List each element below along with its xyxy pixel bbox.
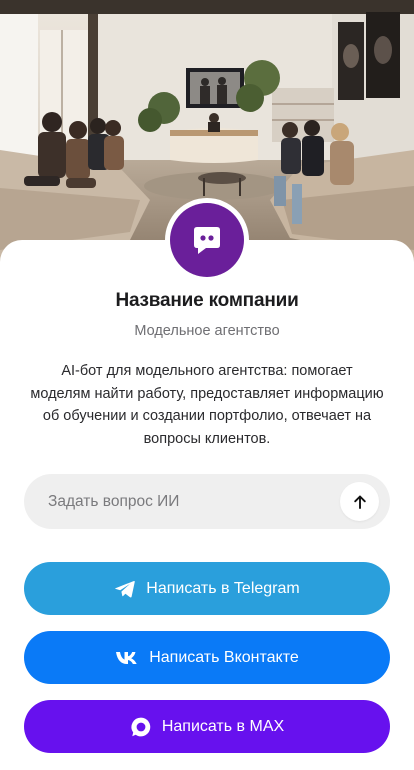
vk-button[interactable]: Написать Вконтакте	[24, 631, 390, 684]
company-avatar	[165, 198, 249, 282]
max-button[interactable]: Написать в MAX	[24, 700, 390, 753]
arrow-up-icon	[353, 495, 366, 509]
max-button-label: Написать в MAX	[161, 717, 285, 735]
telegram-button[interactable]: Написать в Telegram	[24, 562, 390, 615]
vk-button-label: Написать Вконтакте	[149, 648, 299, 666]
avatar-circle	[170, 203, 244, 277]
ai-question-input[interactable]	[48, 474, 348, 529]
max-icon	[130, 716, 152, 738]
company-description: AI-бот для модельного агентства: помогае…	[30, 363, 384, 447]
telegram-button-label: Написать в Telegram	[146, 579, 300, 597]
telegram-icon	[114, 579, 136, 599]
ai-question-box	[24, 474, 390, 529]
company-type: Модельное агентство	[134, 323, 280, 339]
chat-bot-icon	[194, 227, 220, 254]
company-name: Название компании	[115, 290, 299, 311]
vk-icon	[115, 651, 139, 665]
send-question-button[interactable]	[340, 482, 379, 521]
